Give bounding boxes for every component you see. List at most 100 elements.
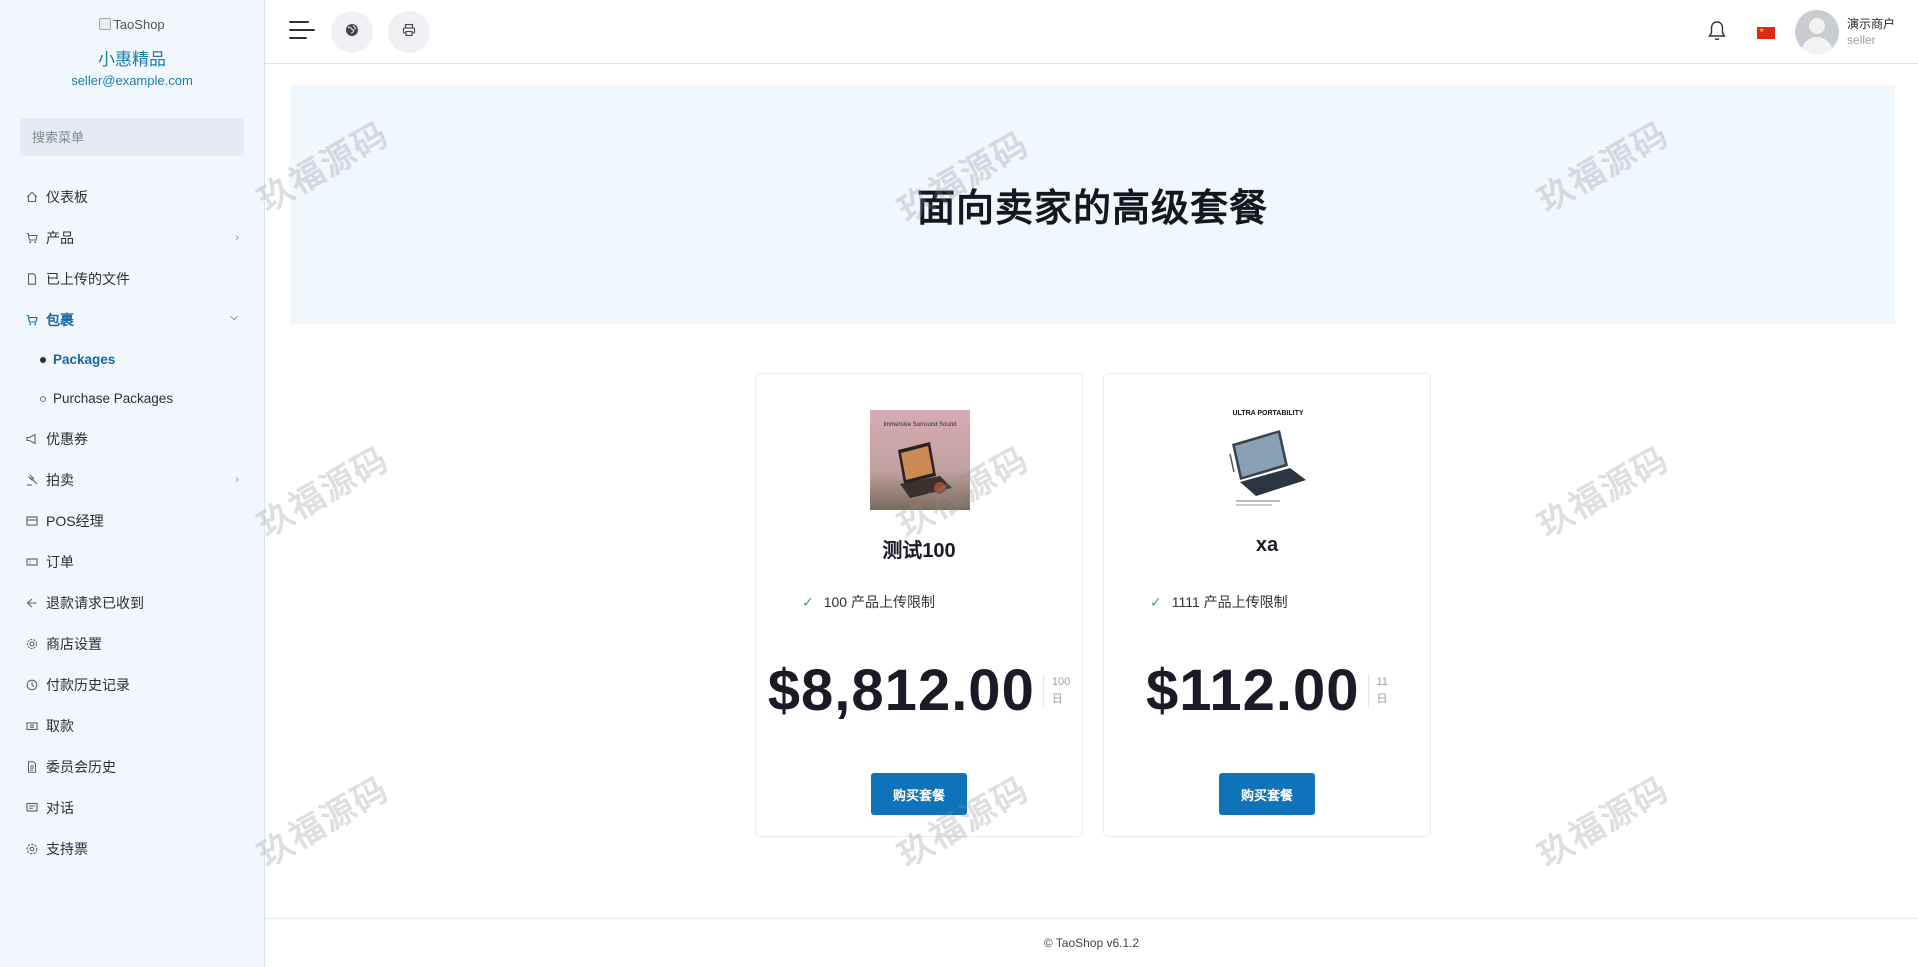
package-duration-number: 100 <box>1051 675 1071 688</box>
document-icon <box>26 760 38 773</box>
history-icon <box>26 679 38 691</box>
submenu-item-label: Purchase Packages <box>53 391 174 406</box>
sidebar-item-label: 商店设置 <box>46 635 102 652</box>
print-button[interactable] <box>388 11 430 53</box>
package-price: $112.00 <box>1146 658 1360 723</box>
refund-icon <box>26 597 38 609</box>
check-icon: ✓ <box>802 593 814 610</box>
brand-logo-alt: TaoShop <box>113 16 165 32</box>
sidebar-item-dashboard[interactable]: 仪表板 <box>0 176 265 217</box>
megaphone-icon <box>26 433 38 445</box>
globe-icon <box>345 23 359 42</box>
sidebar-item-orders[interactable]: 订单 <box>0 541 265 582</box>
globe-button[interactable] <box>331 11 373 53</box>
package-duration: 11 日 <box>1367 673 1388 708</box>
sidebar-item-label: POS经理 <box>46 512 104 529</box>
brand: TaoShop 小惠精品 seller@example.com <box>0 0 264 89</box>
user-avatar[interactable] <box>1795 10 1839 54</box>
chat-icon <box>26 802 38 814</box>
money-icon <box>26 720 38 732</box>
sidebar: TaoShop 小惠精品 seller@example.com 仪表板 产品 ›… <box>0 0 265 967</box>
submenu-item-packages[interactable]: Packages <box>0 340 265 379</box>
package-name: xa <box>1255 534 1279 556</box>
sidebar-item-refund-requests[interactable]: 退款请求已收到 <box>0 582 265 623</box>
sidebar-item-payment-history[interactable]: 付款历史记录 <box>0 664 265 705</box>
watermark: 玖福源码 <box>1531 770 1676 875</box>
package-image-caption: ULTRA PORTABILITY <box>1232 410 1304 417</box>
purchase-package-button[interactable]: 购买套餐 <box>871 773 967 815</box>
sidebar-item-label: 付款历史记录 <box>46 676 130 693</box>
package-duration-unit: 日 <box>1051 692 1063 705</box>
broken-image-icon <box>99 18 112 30</box>
ticket-icon <box>26 556 38 568</box>
pos-icon <box>26 515 38 527</box>
sidebar-item-label: 仪表板 <box>46 188 88 205</box>
gavel-icon <box>26 474 38 486</box>
page-title: 面向卖家的高级套餐 <box>916 188 1268 230</box>
package-card: ULTRA PORTABILITY xa ✓ 1111 产品上传限制 $112.… <box>1103 373 1431 837</box>
footer: © TaoShop v6.1.2 <box>265 918 1918 967</box>
cart-icon <box>26 314 38 326</box>
brand-logo[interactable]: TaoShop <box>99 16 165 32</box>
bullet-icon <box>40 356 46 363</box>
package-name: 测试100 <box>882 540 956 562</box>
hero-banner: 面向卖家的高级套餐 <box>290 85 1895 324</box>
user-role: seller <box>1847 33 1876 47</box>
sidebar-item-coupons[interactable]: 优惠券 <box>0 418 265 459</box>
sidebar-item-packages[interactable]: 包裹 <box>0 299 265 340</box>
notification-bell-icon[interactable] <box>1707 20 1727 42</box>
package-card: Immersive Surround Sound 测试100 ✓ 100 产品上… <box>755 373 1083 837</box>
package-image: Immersive Surround Sound <box>870 410 970 510</box>
sidebar-item-label: 已上传的文件 <box>46 270 130 287</box>
sidebar-item-withdraw[interactable]: 取款 <box>0 705 265 746</box>
gear-icon <box>26 638 38 650</box>
chevron-right-icon: › <box>235 231 239 244</box>
sidebar-item-pos-manager[interactable]: POS经理 <box>0 500 265 541</box>
cart-icon <box>26 232 38 244</box>
sidebar-item-label: 产品 <box>46 229 74 246</box>
purchase-package-button[interactable]: 购买套餐 <box>1219 773 1315 815</box>
sidebar-item-support-ticket[interactable]: 支持票 <box>0 828 265 869</box>
sidebar-menu: 仪表板 产品 › 已上传的文件 包裹 Packages Purchase Pac… <box>0 176 265 869</box>
package-duration-number: 11 <box>1376 675 1388 688</box>
sidebar-item-conversations[interactable]: 对话 <box>0 787 265 828</box>
menu-search-input[interactable] <box>20 118 244 156</box>
package-price-row: $112.00 11 日 <box>1104 657 1430 724</box>
user-name[interactable]: 演示商户 <box>1847 15 1895 32</box>
sidebar-item-shop-settings[interactable]: 商店设置 <box>0 623 265 664</box>
store-email: seller@example.com <box>71 73 193 88</box>
check-icon: ✓ <box>1150 593 1162 610</box>
watermark: 玖福源码 <box>1531 440 1676 545</box>
package-feature-text: 100 产品上传限制 <box>823 594 935 610</box>
printer-icon <box>402 23 416 42</box>
sidebar-item-label: 优惠券 <box>46 430 88 447</box>
sidebar-item-label: 取款 <box>46 717 74 734</box>
sidebar-item-label: 对话 <box>46 799 74 816</box>
package-feature: ✓ 1111 产品上传限制 <box>1150 592 1288 612</box>
sidebar-item-label: 订单 <box>46 553 74 570</box>
package-price-row: $8,812.00 100 日 <box>756 657 1082 724</box>
language-flag-china-icon[interactable]: ★ <box>1757 27 1775 39</box>
sidebar-item-products[interactable]: 产品 › <box>0 217 265 258</box>
chevron-right-icon: › <box>235 473 239 486</box>
menu-toggle-icon[interactable] <box>289 21 315 43</box>
submenu-item-label: Packages <box>53 352 116 367</box>
bullet-icon <box>40 395 46 402</box>
sidebar-item-label: 支持票 <box>46 840 88 857</box>
package-duration: 100 日 <box>1042 673 1071 708</box>
package-image: ULTRA PORTABILITY <box>1218 410 1318 510</box>
package-image-caption: Immersive Surround Sound <box>883 422 957 428</box>
package-duration-unit: 日 <box>1376 692 1388 705</box>
chevron-down-icon <box>229 313 239 326</box>
watermark: 玖福源码 <box>251 440 396 545</box>
package-feature-text: 1111 产品上传限制 <box>1171 594 1288 610</box>
support-icon <box>26 843 38 855</box>
submenu-item-purchase-packages[interactable]: Purchase Packages <box>0 379 265 418</box>
package-feature: ✓ 100 产品上传限制 <box>802 592 935 612</box>
sidebar-item-label: 拍卖 <box>46 471 74 488</box>
sidebar-item-uploaded-files[interactable]: 已上传的文件 <box>0 258 265 299</box>
sidebar-item-auction[interactable]: 拍卖 › <box>0 459 265 500</box>
sidebar-item-label: 包裹 <box>46 311 74 328</box>
file-icon <box>26 272 38 285</box>
sidebar-item-commission-history[interactable]: 委员会历史 <box>0 746 265 787</box>
